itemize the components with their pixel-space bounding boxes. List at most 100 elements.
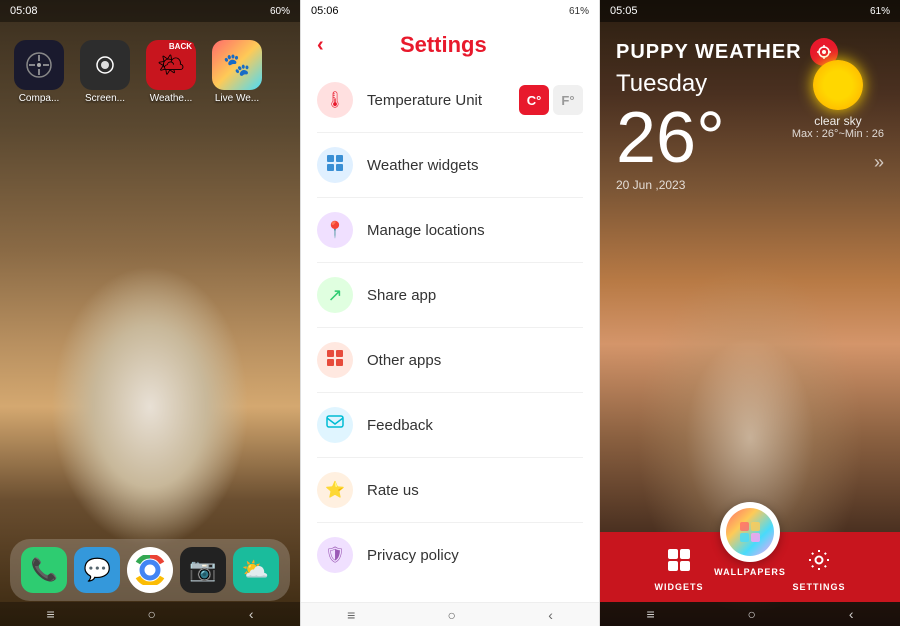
bottom-action-bar: WALLPAPERS WIDGETS SETTINGS: [600, 532, 900, 602]
locations-icon-circle: 📍: [317, 212, 353, 248]
phone2-status-icons: 61%: [569, 6, 589, 17]
compass-label: Compa...: [10, 93, 68, 104]
back-button[interactable]: ‹: [317, 34, 324, 57]
weather-content: PUPPY WEATHER Tuesday 26° 20 Jun ,2023 c…: [600, 22, 900, 208]
phone3-nav-menu[interactable]: ≡: [646, 606, 654, 622]
share-icon: ↗: [327, 285, 342, 306]
settings-bottom-label: SETTINGS: [792, 582, 845, 592]
sun-icon: [813, 60, 863, 110]
nav-menu[interactable]: ≡: [46, 606, 54, 622]
nav-back[interactable]: ‹: [249, 606, 254, 622]
phone2-nav-menu[interactable]: ≡: [347, 607, 355, 623]
app-compass[interactable]: Compa...: [10, 40, 68, 104]
phone1-status-icons: 60%: [270, 6, 290, 17]
settings-bottom-icon: [801, 542, 837, 578]
temperature-icon-circle: 🌡: [317, 82, 353, 118]
phone2-time: 05:06: [311, 5, 339, 17]
feedback-icon: [326, 414, 344, 437]
app-live-wallpaper[interactable]: 🐾 Live We...: [208, 40, 266, 104]
other-apps-label: Other apps: [367, 352, 583, 369]
phone1-status-bar: 05:08 60%: [0, 0, 300, 22]
phone3-nav-back[interactable]: ‹: [849, 606, 854, 622]
settings-item-temperature[interactable]: 🌡 Temperature Unit C° F°: [317, 68, 583, 133]
settings-title: Settings: [324, 32, 563, 58]
dock-phone[interactable]: 📞: [21, 547, 67, 593]
settings-button[interactable]: SETTINGS: [792, 542, 845, 592]
widgets-label: Weather widgets: [367, 157, 583, 174]
settings-item-rate[interactable]: ⭐ Rate us: [317, 458, 583, 523]
widgets-bottom-label: WIDGETS: [654, 582, 703, 592]
shield-icon: 🛡: [325, 545, 345, 565]
chevron-right-icon[interactable]: »: [874, 152, 884, 173]
widgets-bottom-icon: [661, 542, 697, 578]
rate-label: Rate us: [367, 482, 583, 499]
dock-chrome[interactable]: [127, 547, 173, 593]
phone1-time: 05:08: [10, 5, 38, 17]
phone2-status-bar: 05:06 61%: [301, 0, 599, 22]
rate-icon-circle: ⭐: [317, 472, 353, 508]
phone3-time: 05:05: [610, 5, 638, 17]
weather-icon: 🌤 BACK: [146, 40, 196, 90]
settings-item-privacy[interactable]: 🛡 Privacy policy: [317, 523, 583, 587]
settings-item-feedback[interactable]: Feedback: [317, 393, 583, 458]
live-wallpaper-icon: 🐾: [212, 40, 262, 90]
share-label: Share app: [367, 287, 583, 304]
phone1-nav-bar: ≡ ○ ‹: [0, 602, 300, 626]
app-screenshot[interactable]: Screen...: [76, 40, 134, 104]
dock-weather2[interactable]: ⛅: [233, 547, 279, 593]
phone2-settings-screen: 05:06 61% ‹ Settings 🌡 Temperature Unit …: [300, 0, 600, 626]
phone2-nav-home[interactable]: ○: [448, 607, 456, 623]
app-weather[interactable]: 🌤 BACK Weathe...: [142, 40, 200, 104]
phone2-nav-bar: ≡ ○ ‹: [301, 602, 599, 626]
settings-item-share[interactable]: ↗ Share app: [317, 263, 583, 328]
privacy-icon-circle: 🛡: [317, 537, 353, 573]
other-apps-icon-circle: [317, 342, 353, 378]
weather-right-panel: clear sky Max : 26°~Min : 26: [792, 60, 884, 140]
phone3-battery: 61%: [870, 6, 890, 17]
live-wallpaper-label: Live We...: [208, 93, 266, 104]
phone3-nav-home[interactable]: ○: [748, 606, 756, 622]
phone3-status-icons: 61%: [870, 6, 890, 17]
privacy-label: Privacy policy: [367, 547, 583, 564]
compass-icon: [14, 40, 64, 90]
share-icon-circle: ↗: [317, 277, 353, 313]
screenshot-icon: [80, 40, 130, 90]
phone2-nav-back[interactable]: ‹: [548, 607, 553, 623]
temperature-icon: 🌡: [325, 90, 345, 110]
star-icon: ⭐: [325, 480, 345, 500]
sky-condition: clear sky: [814, 114, 861, 128]
fahrenheit-button[interactable]: F°: [553, 85, 583, 115]
phone1-home-screen: 05:08 60% Compa... Screen... 🌤 BACK Weat…: [0, 0, 300, 626]
weather-label: Weathe...: [142, 93, 200, 104]
location-pin-icon: 📍: [325, 220, 345, 240]
settings-item-locations[interactable]: 📍 Manage locations: [317, 198, 583, 263]
celsius-button[interactable]: C°: [519, 85, 549, 115]
phone1-dock: 📞 💬 📷 ⛅: [10, 539, 290, 601]
dock-camera[interactable]: 📷: [180, 547, 226, 593]
phone1-app-grid: Compa... Screen... 🌤 BACK Weathe... 🐾 Li…: [0, 30, 300, 114]
dock-messages[interactable]: 💬: [74, 547, 120, 593]
wallpapers-circle-button[interactable]: [720, 502, 780, 562]
app-name-text: PUPPY WEATHER: [616, 41, 802, 64]
max-min-temp: Max : 26°~Min : 26: [792, 128, 884, 140]
wallpapers-inner: [726, 508, 774, 556]
locations-label: Manage locations: [367, 222, 583, 239]
settings-list: 🌡 Temperature Unit C° F° Weather widgets…: [301, 68, 599, 587]
widgets-icon: [326, 154, 344, 177]
feedback-label: Feedback: [367, 417, 583, 434]
settings-header: ‹ Settings: [301, 22, 599, 68]
nav-home[interactable]: ○: [148, 606, 156, 622]
widgets-button[interactable]: WIDGETS: [654, 542, 703, 592]
phone2-battery: 61%: [569, 6, 589, 17]
phone1-battery: 60%: [270, 6, 290, 17]
phone3-status-bar: 05:05 61%: [600, 0, 900, 22]
settings-item-other-apps[interactable]: Other apps: [317, 328, 583, 393]
phone3-nav-bar: ≡ ○ ‹: [600, 602, 900, 626]
other-apps-icon: [326, 349, 344, 372]
feedback-icon-circle: [317, 407, 353, 443]
temp-toggle[interactable]: C° F°: [519, 85, 583, 115]
temperature-label: Temperature Unit: [367, 92, 519, 109]
screenshot-label: Screen...: [76, 93, 134, 104]
settings-item-widgets[interactable]: Weather widgets: [317, 133, 583, 198]
phone3-weather-screen: 05:05 61% PUPPY WEATHER Tuesday 26° 20 J…: [600, 0, 900, 626]
